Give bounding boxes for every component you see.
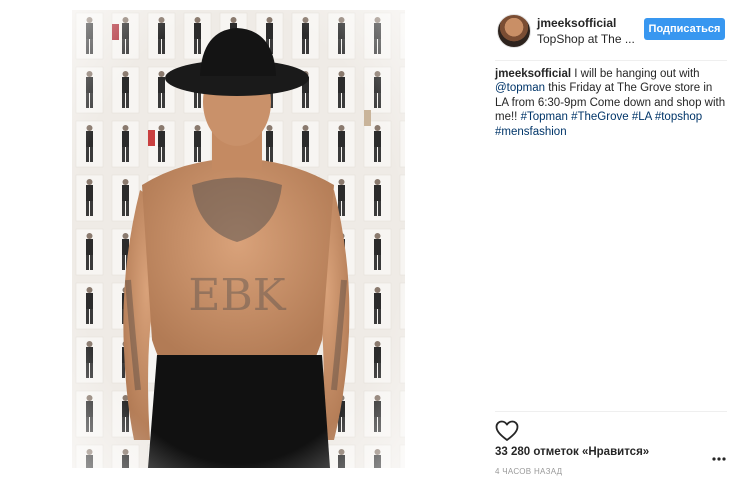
post-photo[interactable]: EBK: [72, 10, 405, 468]
mention-link[interactable]: @topman: [495, 82, 545, 94]
divider: [495, 60, 727, 61]
post-header: jmeeksofficial TopShop at The ... Подпис…: [495, 12, 730, 48]
hashtag-link[interactable]: #TheGrove: [571, 111, 629, 123]
post-timestamp: 4 ЧАСОВ НАЗАД: [495, 467, 563, 476]
hashtag-link[interactable]: #topshop: [655, 111, 702, 123]
divider: [495, 411, 727, 412]
hashtag-link[interactable]: #Topman: [521, 111, 568, 123]
caption-username[interactable]: jmeeksofficial: [495, 68, 571, 80]
caption-text: I will be hanging out with: [571, 68, 700, 80]
post-caption: jmeeksofficial I will be hanging out wit…: [495, 67, 727, 139]
post-location[interactable]: TopShop at The ...: [537, 32, 635, 46]
heart-icon[interactable]: [495, 420, 519, 442]
author-username[interactable]: jmeeksofficial: [537, 16, 616, 30]
follow-button[interactable]: Подписаться: [644, 18, 725, 40]
likes-count[interactable]: 33 280 отметок «Нравится»: [495, 446, 649, 458]
hashtag-link[interactable]: #LA: [632, 111, 652, 123]
post-sidebar: jmeeksofficial TopShop at The ... Подпис…: [495, 0, 730, 478]
hashtag-link[interactable]: #mensfashion: [495, 126, 567, 138]
more-options-icon[interactable]: [711, 450, 727, 461]
avatar[interactable]: [497, 14, 531, 48]
photo-illustration: EBK: [72, 10, 405, 468]
